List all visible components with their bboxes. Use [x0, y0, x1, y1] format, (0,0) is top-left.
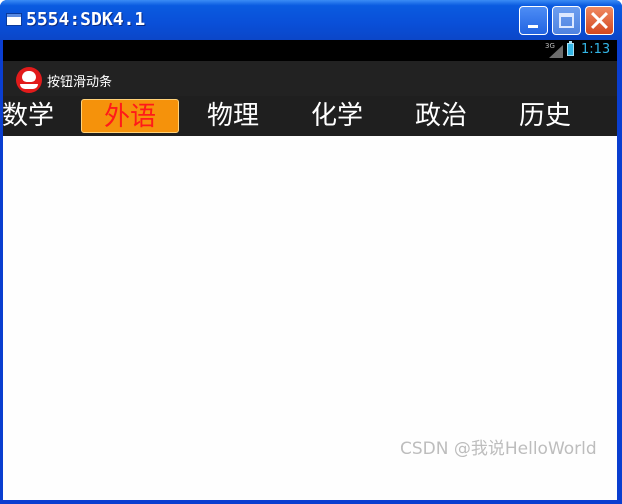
tab-chemistry[interactable]: 化学	[303, 99, 371, 133]
window-title: 5554:SDK4.1	[26, 9, 146, 30]
emulator-window: 5554:SDK4.1 3G 1:13 按钮滑动条 数学 外语 物理 化学 政治…	[0, 0, 622, 504]
close-button[interactable]	[585, 6, 614, 35]
tab-politics[interactable]: 政治	[407, 99, 475, 133]
tab-foreign-language[interactable]: 外语	[81, 99, 179, 133]
signal-strength-icon	[549, 45, 563, 58]
tab-label: 物理	[206, 101, 259, 131]
maximize-button[interactable]	[552, 6, 581, 35]
tab-label: 数学	[3, 101, 54, 131]
tab-physics[interactable]: 物理	[199, 99, 267, 133]
subject-tab-bar: 数学 外语 物理 化学 政治 历史	[3, 96, 617, 136]
window-icon[interactable]	[6, 13, 22, 26]
app-action-bar: 按钮滑动条	[3, 61, 617, 96]
battery-icon	[567, 41, 574, 56]
device-screen: 3G 1:13 按钮滑动条 数学 外语 物理 化学 政治 历史	[3, 40, 617, 500]
android-status-bar: 3G 1:13	[3, 40, 617, 61]
tab-label: 外语	[103, 102, 156, 132]
window-titlebar[interactable]: 5554:SDK4.1	[0, 0, 622, 40]
tab-math[interactable]: 数学	[3, 99, 59, 133]
minimize-button[interactable]	[519, 6, 548, 35]
app-logo-icon[interactable]	[16, 67, 42, 93]
csdn-watermark: CSDN @我说HelloWorld	[400, 439, 597, 459]
tab-label: 政治	[414, 101, 467, 131]
tab-history[interactable]: 历史	[511, 99, 579, 133]
app-title: 按钮滑动条	[47, 75, 113, 90]
status-clock: 1:13	[581, 42, 611, 57]
tab-label: 化学	[310, 101, 363, 131]
tab-label: 历史	[518, 101, 571, 131]
